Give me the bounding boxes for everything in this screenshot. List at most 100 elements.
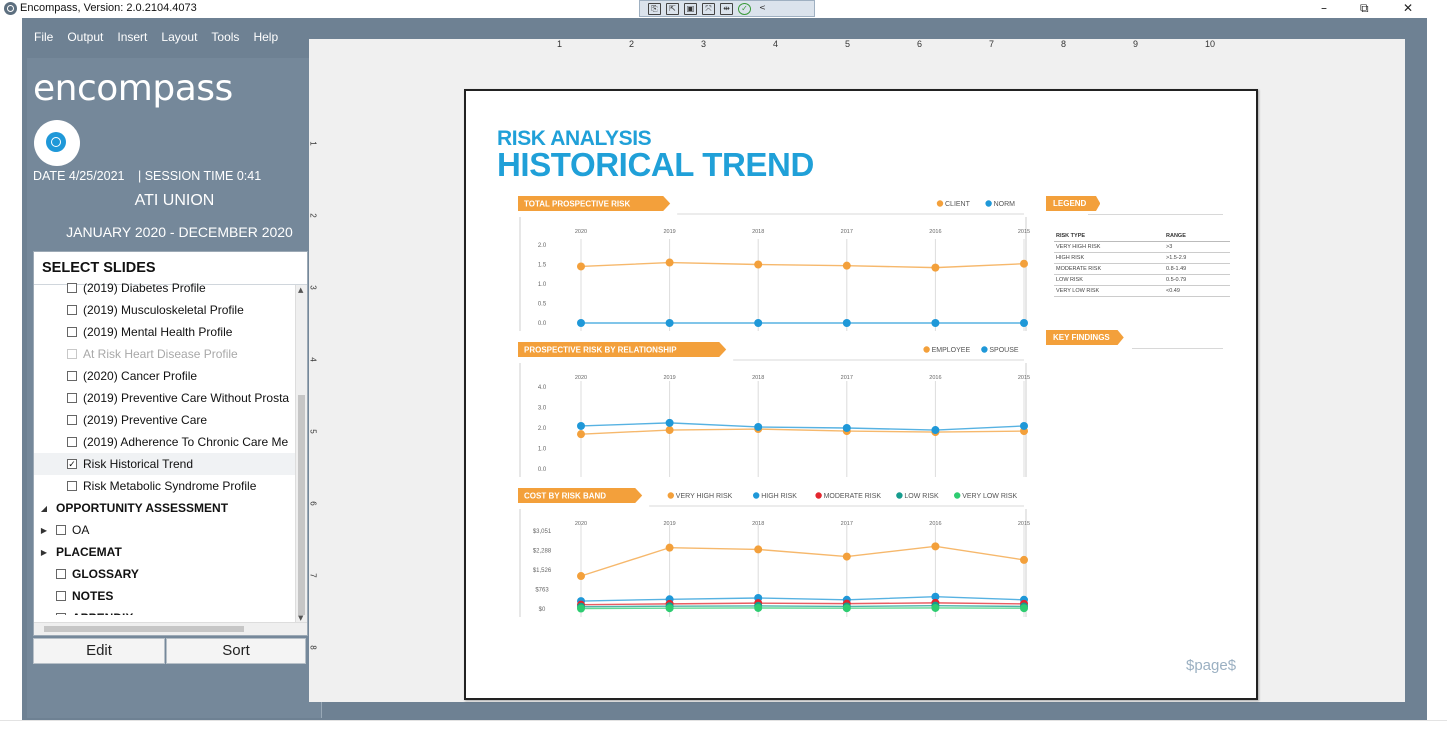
ruler-tick: 5 [308, 429, 318, 434]
x-tick-label: 2019 [663, 521, 675, 527]
slide-item-2019-preventive-care[interactable]: (2019) Preventive Care [34, 409, 296, 431]
slide-item-label: NOTES [72, 589, 114, 603]
slide-item-label: (2020) Cancer Profile [83, 369, 198, 383]
status-bar [0, 720, 1447, 737]
menu-help[interactable]: Help [253, 30, 278, 44]
legend-table-row: LOW RISK 0.5-0.79 [1054, 275, 1230, 286]
slide-tree: (2019) Diabetes Profile (2019) Musculoske… [34, 277, 296, 615]
data-point [665, 418, 674, 427]
chart-title: COST BY RISK BAND [524, 492, 606, 501]
slide-checkbox[interactable] [56, 569, 66, 579]
quick-tools-toolbar: ⎘ ⇱ ▣ ⤧ ⇹ ✓ < [639, 0, 815, 17]
y-tick-label: 0.0 [538, 467, 547, 473]
data-point [754, 422, 763, 431]
menu-output[interactable]: Output [67, 30, 103, 44]
quick-tool-3-icon[interactable]: ⤧ [702, 2, 715, 15]
slide-checkbox[interactable] [67, 415, 77, 425]
expand-arrow-icon[interactable]: ▶ [40, 526, 48, 535]
slide-item-risk-metabolic-syndrome-profile[interactable]: Risk Metabolic Syndrome Profile [34, 475, 296, 497]
slide-checkbox[interactable] [56, 591, 66, 601]
data-point [665, 604, 674, 613]
ruler-tick: 3 [701, 39, 707, 49]
slide-item-appendix[interactable]: APPENDIX [34, 607, 296, 615]
slide-item-2019-musculoskeletal-profile[interactable]: (2019) Musculoskeletal Profile [34, 299, 296, 321]
data-point [931, 603, 940, 612]
ruler-tick: 3 [308, 285, 318, 290]
menu-layout[interactable]: Layout [161, 30, 197, 44]
slide-item-opportunity-assessment[interactable]: ◢ OPPORTUNITY ASSESSMENT [34, 497, 296, 519]
hscroll-thumb[interactable] [44, 626, 244, 632]
scroll-thumb[interactable] [298, 395, 305, 615]
menu-file[interactable]: File [34, 30, 53, 44]
y-tick-label: 4.0 [538, 385, 547, 391]
legend-risk-type: MODERATE RISK [1056, 266, 1102, 272]
window-title: Encompass, Version: 2.0.2104.4073 [20, 2, 197, 14]
legend-dot [936, 200, 944, 207]
sort-button[interactable]: Sort [166, 638, 306, 664]
data-point [577, 421, 585, 430]
edit-button[interactable]: Edit [33, 638, 165, 664]
slide-item-notes[interactable]: NOTES [34, 585, 296, 607]
quick-tool-2-icon[interactable]: ▣ [684, 2, 697, 15]
data-point [931, 542, 940, 551]
risk-legend-table: RISK TYPE RANGE VERY HIGH RISK >3 HIGH RISK >… [1054, 231, 1230, 297]
slide-checkbox[interactable] [67, 327, 77, 337]
legend-risk-type: HIGH RISK [1056, 255, 1085, 261]
slide-checkbox[interactable] [67, 437, 77, 447]
slide-item-at-risk-heart-disease-profile[interactable]: At Risk Heart Disease Profile [34, 343, 296, 365]
slide-item-2019-adherence-to-chronic-care-me[interactable]: (2019) Adherence To Chronic Care Me [34, 431, 296, 453]
expand-arrow-icon[interactable]: ▶ [40, 548, 48, 557]
quick-tool-6-icon[interactable]: < [756, 3, 769, 15]
slide-item-oa[interactable]: ▶ OA [34, 519, 296, 541]
x-tick-label: 2018 [752, 229, 764, 235]
slide-checkbox[interactable] [67, 371, 77, 381]
scroll-down-icon[interactable]: ▼ [298, 614, 303, 622]
quick-tool-4-icon[interactable]: ⇹ [720, 2, 733, 15]
ruler-tick: 1 [308, 141, 318, 146]
slide-item-2019-mental-health-profile[interactable]: (2019) Mental Health Profile [34, 321, 296, 343]
legend-type-header: RISK TYPE [1056, 233, 1086, 239]
slide-checkbox[interactable] [56, 613, 66, 615]
minimize-button[interactable]: – [1321, 1, 1327, 15]
slide-checkbox[interactable] [67, 283, 77, 293]
slide-item-label: GLOSSARY [72, 567, 139, 581]
brand-logo: encompass [33, 68, 233, 109]
restore-button[interactable]: ⧉ [1360, 1, 1369, 16]
vertical-scrollbar[interactable]: ▲ ▼ [295, 285, 307, 623]
data-point [577, 572, 585, 581]
quick-tool-5-icon[interactable]: ✓ [738, 2, 751, 15]
legend-table-header: RISK TYPE RANGE [1054, 231, 1230, 242]
y-tick-label: $0 [539, 607, 546, 613]
slide-item-2019-preventive-care-without-prosta[interactable]: (2019) Preventive Care Without Prosta [34, 387, 296, 409]
slide-item-2019-diabetes-profile[interactable]: (2019) Diabetes Profile [34, 277, 296, 299]
menu-tools[interactable]: Tools [211, 30, 239, 44]
data-point [1020, 604, 1028, 613]
series-line [580, 545, 1025, 577]
slide-canvas[interactable]: RISK ANALYSIS HISTORICAL TREND TOTAL PRO… [464, 89, 1258, 700]
y-tick-label: 1.5 [538, 263, 547, 269]
slide-checkbox[interactable] [67, 481, 77, 491]
ruler-tick: 1 [557, 39, 563, 49]
quick-tool-0-icon[interactable]: ⎘ [648, 2, 661, 15]
chart-2: COST BY RISK BAND VERY LOW RISK LOW RISK MO… [518, 488, 1030, 617]
x-tick-label: 2017 [841, 521, 853, 527]
y-tick-label: 3.0 [538, 406, 547, 412]
slide-item-placemat[interactable]: ▶ PLACEMAT [34, 541, 296, 563]
slide-item-glossary[interactable]: GLOSSARY [34, 563, 296, 585]
slide-item-2020-cancer-profile[interactable]: (2020) Cancer Profile [34, 365, 296, 387]
slide-checkbox[interactable] [56, 525, 66, 535]
slide-checkbox[interactable] [67, 305, 77, 315]
legend-entry: CLIENT [945, 201, 971, 208]
quick-tool-1-icon[interactable]: ⇱ [666, 2, 679, 15]
collapse-arrow-icon[interactable]: ◢ [40, 504, 48, 513]
data-point [754, 260, 763, 269]
slide-item-risk-historical-trend[interactable]: ✓ Risk Historical Trend [34, 453, 296, 475]
horizontal-scrollbar[interactable] [34, 622, 307, 635]
menu-insert[interactable]: Insert [117, 30, 147, 44]
slide-item-label: PLACEMAT [56, 545, 122, 559]
slide-checkbox[interactable]: ✓ [67, 459, 77, 469]
slide-checkbox[interactable] [67, 393, 77, 403]
scroll-up-icon[interactable]: ▲ [298, 286, 303, 294]
select-slides-panel: SELECT SLIDES (2019) Diabetes Profile (20… [33, 251, 308, 636]
close-button[interactable]: ✕ [1403, 1, 1413, 15]
